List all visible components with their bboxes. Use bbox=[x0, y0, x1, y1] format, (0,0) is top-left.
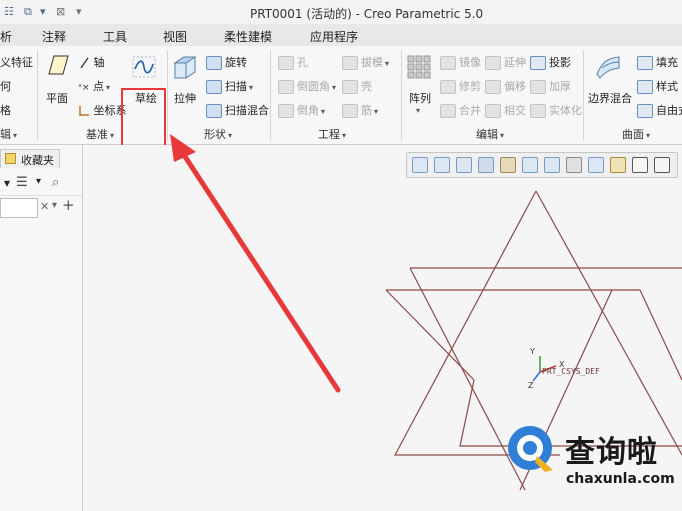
watermark-url: chaxunla.com bbox=[566, 471, 675, 487]
watermark-logo bbox=[503, 420, 563, 483]
watermark-text: 查询啦 bbox=[565, 435, 658, 470]
